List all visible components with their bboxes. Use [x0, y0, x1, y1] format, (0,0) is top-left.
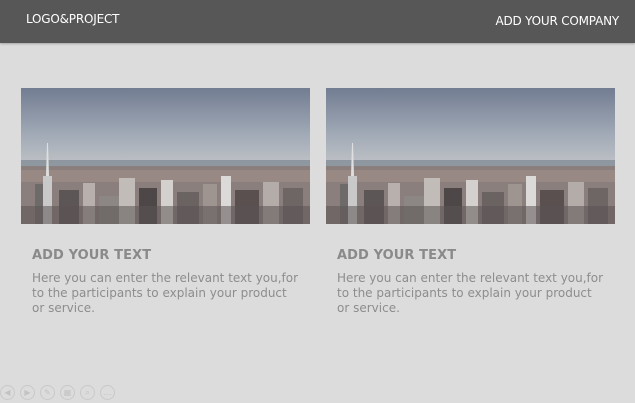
zoom-icon[interactable]: ⌕: [80, 385, 95, 400]
city-skyline-photo: [326, 88, 615, 224]
content-card-left: ADD YOUR TEXT Here you can enter the rel…: [21, 88, 310, 316]
card-title: ADD YOUR TEXT: [32, 248, 152, 263]
slides-icon[interactable]: ▦: [60, 385, 75, 400]
header-bar: LOGO&PROJECT ADD YOUR COMPANY: [0, 0, 635, 43]
next-icon[interactable]: ▶: [20, 385, 35, 400]
slideshow-controls: ◀ ▶ ✎ ▦ ⌕ …: [0, 385, 115, 401]
pen-icon[interactable]: ✎: [40, 385, 55, 400]
card-body-text: Here you can enter the relevant text you…: [32, 271, 299, 315]
logo-text: LOGO&PROJECT: [26, 12, 120, 26]
card-title: ADD YOUR TEXT: [337, 248, 457, 263]
previous-icon[interactable]: ◀: [0, 385, 15, 400]
company-text: ADD YOUR COMPANY: [495, 14, 619, 28]
more-icon[interactable]: …: [100, 385, 115, 400]
content-card-right: ADD YOUR TEXT Here you can enter the rel…: [326, 88, 615, 316]
card-body-text: Here you can enter the relevant text you…: [337, 271, 604, 315]
city-skyline-photo: [21, 88, 310, 224]
